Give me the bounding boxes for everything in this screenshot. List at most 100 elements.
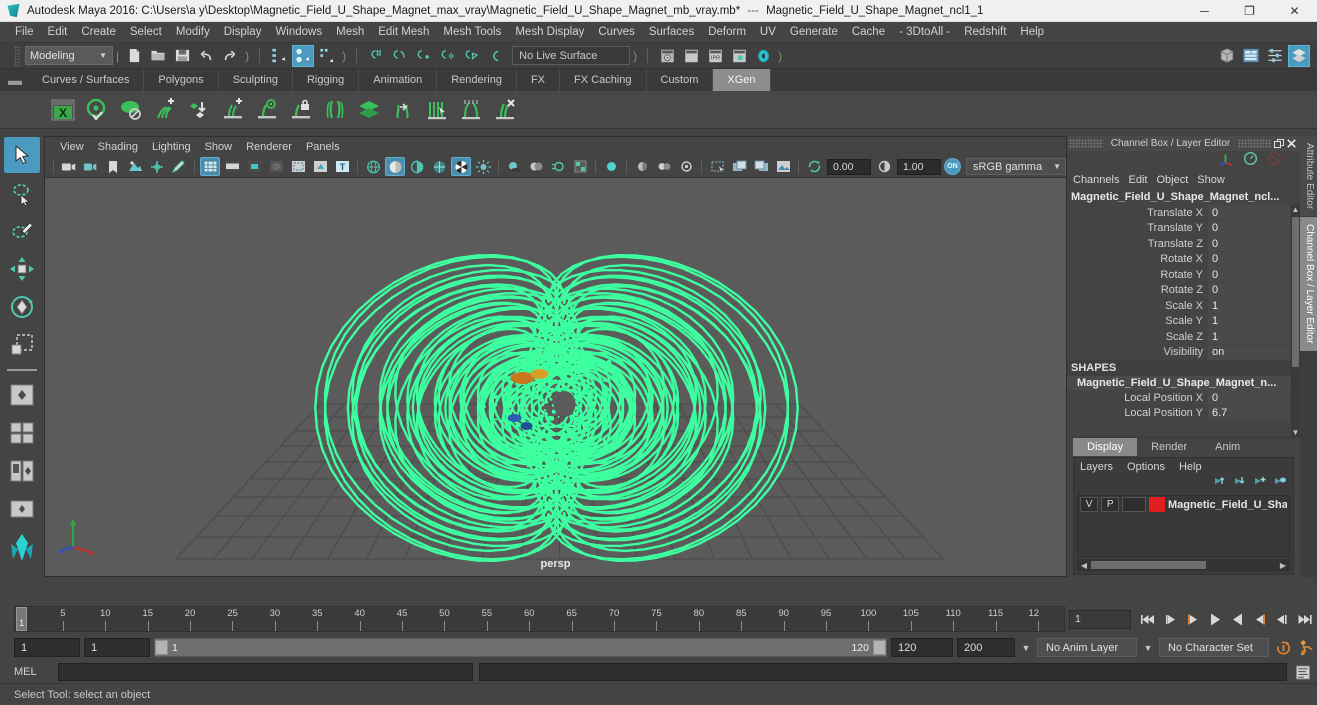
gate-mask-icon[interactable] xyxy=(266,157,286,176)
render-sequence-icon[interactable] xyxy=(680,45,702,67)
two-d-pan-zoom-icon[interactable] xyxy=(147,157,167,176)
channel-box-menu-show[interactable]: Show xyxy=(1197,174,1234,186)
shade-selected-icon[interactable] xyxy=(407,157,427,176)
layer-color-swatch[interactable] xyxy=(1149,497,1165,512)
menu-mesh-tools[interactable]: Mesh Tools xyxy=(436,23,508,41)
channel-row[interactable]: Rotate Z 0 xyxy=(1067,283,1290,299)
current-frame-field[interactable]: 1 xyxy=(1069,610,1131,629)
xray-icon[interactable] xyxy=(632,157,652,176)
play-backwards-icon[interactable] xyxy=(1205,609,1225,629)
open-scene-icon[interactable] xyxy=(147,45,169,67)
xgen-preview-icon[interactable] xyxy=(80,93,114,127)
menu-curves[interactable]: Curves xyxy=(591,23,641,41)
display-layer-icon[interactable] xyxy=(707,157,727,176)
panel-grip[interactable] xyxy=(1069,139,1103,148)
lasso-select-tool[interactable] xyxy=(4,175,40,211)
snap-to-grid-icon[interactable] xyxy=(365,45,387,67)
xgen-clump-icon[interactable] xyxy=(454,93,488,127)
layer-scrollbar-thumb[interactable] xyxy=(1091,561,1206,569)
layer-type-toggle[interactable] xyxy=(1122,497,1146,512)
channel-value[interactable]: 0 xyxy=(1208,390,1290,405)
rotate-tool[interactable] xyxy=(4,289,40,325)
image-plane-icon[interactable] xyxy=(125,157,145,176)
dock-tab-attribute-editor[interactable]: Attribute Editor xyxy=(1300,136,1317,217)
select-by-hierarchy-icon[interactable] xyxy=(268,45,290,67)
paint-select-tool[interactable] xyxy=(4,213,40,249)
isolate-select-icon[interactable] xyxy=(601,157,621,176)
move-layer-up-icon[interactable] xyxy=(1213,475,1227,493)
safe-title-icon[interactable]: T xyxy=(332,157,352,176)
hypershade-layout[interactable] xyxy=(4,529,40,565)
range-slider-left-handle[interactable] xyxy=(155,640,168,655)
film-origin-icon[interactable] xyxy=(288,157,308,176)
channel-row[interactable]: Visibility on xyxy=(1067,345,1290,361)
layer-editor-tab-display[interactable]: Display xyxy=(1073,438,1137,456)
xgen-view-guide-icon[interactable] xyxy=(250,93,284,127)
no-manipulator-icon[interactable] xyxy=(1267,151,1282,171)
view-transform-toggle[interactable]: ON xyxy=(944,158,961,175)
step-back-key-icon[interactable] xyxy=(1161,609,1181,629)
move-tool[interactable] xyxy=(4,251,40,287)
auto-keyframe-icon[interactable] xyxy=(1273,638,1293,658)
playback-start-field[interactable]: 1 xyxy=(84,638,150,657)
snap-to-view-plane-icon[interactable] xyxy=(461,45,483,67)
xgen-window-icon[interactable]: X xyxy=(46,93,80,127)
show-hide-tool-settings-icon[interactable] xyxy=(1264,45,1286,67)
anim-layer-dropdown[interactable]: No Anim Layer xyxy=(1037,638,1137,657)
scale-tool[interactable] xyxy=(4,327,40,363)
make-live-icon[interactable] xyxy=(485,45,507,67)
chevron-down-icon-anim-layer[interactable]: ▼ xyxy=(1019,643,1033,653)
channel-value[interactable]: 1 xyxy=(1208,314,1290,329)
xgen-add-density-icon[interactable] xyxy=(216,93,250,127)
channel-row[interactable]: Scale Z1 xyxy=(1067,329,1290,345)
undock-icon[interactable] xyxy=(1272,137,1285,150)
layer-menu-help[interactable]: Help xyxy=(1179,461,1216,473)
channel-value[interactable]: 0 xyxy=(1208,205,1290,220)
screen-space-ao-icon[interactable] xyxy=(526,157,546,176)
film-gate-icon[interactable] xyxy=(222,157,242,176)
menu-surfaces[interactable]: Surfaces xyxy=(642,23,701,41)
ipr-render-icon[interactable]: IPR xyxy=(704,45,726,67)
close-button[interactable]: ✕ xyxy=(1272,0,1317,22)
layer-playback-toggle[interactable]: P xyxy=(1101,497,1119,512)
save-scene-icon[interactable] xyxy=(171,45,193,67)
wireframe-icon[interactable] xyxy=(363,157,383,176)
go-to-end-icon[interactable] xyxy=(1293,609,1313,629)
xgen-comb-icon[interactable] xyxy=(420,93,454,127)
render-region-icon[interactable] xyxy=(773,157,793,176)
shelf-tab-custom[interactable]: Custom xyxy=(647,69,714,91)
show-hide-modeling-toolkit-icon[interactable] xyxy=(1216,45,1238,67)
menu-windows[interactable]: Windows xyxy=(268,23,329,41)
shelf-tab-xgen[interactable]: XGen xyxy=(713,69,770,91)
channel-box-menu-channels[interactable]: Channels xyxy=(1073,174,1128,186)
select-by-object-type-icon[interactable] xyxy=(292,45,314,67)
scrollbar-thumb[interactable] xyxy=(1292,217,1299,367)
shelf-tab-sculpting[interactable]: Sculpting xyxy=(219,69,293,91)
close-icon[interactable] xyxy=(1285,137,1298,150)
xray-active-components-icon[interactable] xyxy=(676,157,696,176)
channel-value[interactable]: 0 xyxy=(1208,267,1290,282)
single-perspective-layout[interactable] xyxy=(4,377,40,413)
move-layer-down-icon[interactable] xyxy=(1233,475,1247,493)
step-forward-key-icon[interactable] xyxy=(1271,609,1291,629)
grid-toggle-icon[interactable] xyxy=(200,157,220,176)
hypershade-icon[interactable] xyxy=(752,45,774,67)
persp-outliner-layout[interactable] xyxy=(4,453,40,489)
shelf-tab-rendering[interactable]: Rendering xyxy=(437,69,517,91)
layer-visibility-toggle[interactable]: V xyxy=(1080,497,1098,512)
scroll-up-arrow[interactable]: ▲ xyxy=(1291,205,1300,214)
menu-mesh[interactable]: Mesh xyxy=(329,23,371,41)
layer-menu-layers[interactable]: Layers xyxy=(1080,461,1127,473)
channel-value[interactable]: 6.7 xyxy=(1208,406,1290,421)
shadows-icon[interactable] xyxy=(504,157,524,176)
show-hide-attribute-editor-icon[interactable] xyxy=(1240,45,1262,67)
menu-modify[interactable]: Modify xyxy=(169,23,217,41)
show-hide-channel-box-icon[interactable] xyxy=(1288,45,1310,67)
command-input-field[interactable] xyxy=(58,663,473,681)
shelf-menu-icon[interactable]: ▬ xyxy=(2,69,28,91)
character-set-dropdown[interactable]: No Character Set xyxy=(1159,638,1269,657)
exposure-field[interactable]: 0.00 xyxy=(827,159,871,175)
channel-row[interactable]: Rotate X0 xyxy=(1067,252,1290,268)
command-output-field[interactable] xyxy=(479,663,1287,681)
channel-value[interactable]: 1 xyxy=(1208,298,1290,313)
